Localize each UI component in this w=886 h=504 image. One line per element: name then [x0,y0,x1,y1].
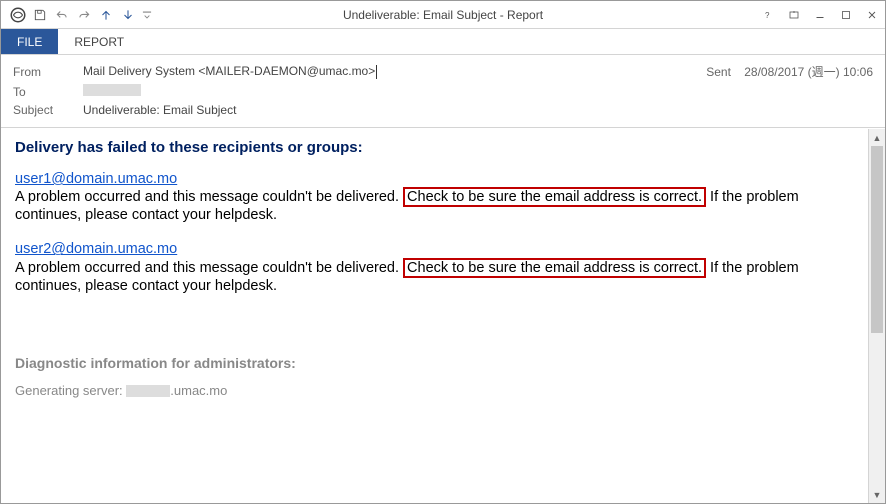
vertical-scrollbar[interactable]: ▲ ▼ [868,129,885,503]
scroll-down-icon[interactable]: ▼ [869,486,885,503]
save-icon[interactable] [29,4,51,26]
diagnostic-server-line: Generating server: .umac.mo [15,383,854,398]
help-icon[interactable]: ? [755,3,781,27]
ribbon-display-icon[interactable] [781,3,807,27]
from-label: From [13,65,83,79]
undo-icon[interactable] [51,4,73,26]
recipient-block: user2@domain.umac.mo A problem occurred … [15,240,854,294]
recipient-email[interactable]: user1@domain.umac.mo [15,171,177,187]
recipient-block: user1@domain.umac.mo A problem occurred … [15,170,854,224]
message-body-wrap: Delivery has failed to these recipients … [1,128,885,503]
from-value: Mail Delivery System <MAILER-DAEMON@umac… [83,64,696,79]
recipient-email[interactable]: user2@domain.umac.mo [15,241,177,257]
titlebar: Undeliverable: Email Subject - Report ? [1,1,885,29]
maximize-icon[interactable] [833,3,859,27]
diagnostic-heading: Diagnostic information for administrator… [15,355,854,371]
scroll-track[interactable] [869,146,885,486]
minimize-icon[interactable] [807,3,833,27]
message-body: Delivery has failed to these recipients … [1,129,868,503]
to-redacted [83,84,141,96]
sent-label: Sent [706,65,731,79]
scroll-up-icon[interactable]: ▲ [869,129,885,146]
window-title: Undeliverable: Email Subject - Report [343,8,543,22]
message-header: From Mail Delivery System <MAILER-DAEMON… [1,55,885,128]
subject-value: Undeliverable: Email Subject [83,103,873,117]
redo-icon[interactable] [73,4,95,26]
text-cursor [376,65,377,79]
tab-file[interactable]: FILE [1,29,58,54]
to-value [83,84,873,99]
prev-up-icon[interactable] [95,4,117,26]
highlight-check-address: Check to be sure the email address is co… [403,258,706,278]
close-icon[interactable] [859,3,885,27]
svg-text:?: ? [765,11,770,20]
next-down-icon[interactable] [117,4,139,26]
subject-label: Subject [13,103,83,117]
tab-report[interactable]: REPORT [58,29,140,54]
highlight-check-address: Check to be sure the email address is co… [403,187,706,207]
qat-customize-icon[interactable] [139,4,155,26]
sent-value: 28/08/2017 (週一) 10:06 [744,65,873,79]
app-icon [7,4,29,26]
sent-block: Sent 28/08/2017 (週一) 10:06 [696,63,873,80]
window-controls: ? [755,1,885,29]
scroll-thumb[interactable] [871,146,883,333]
failure-heading: Delivery has failed to these recipients … [15,139,854,156]
diag-server-redacted [126,385,170,397]
recipient-msg-pre: A problem occurred and this message coul… [15,260,403,276]
diag-server-post: .umac.mo [170,383,227,398]
from-text: Mail Delivery System <MAILER-DAEMON@umac… [83,64,375,78]
diag-server-pre: Generating server: [15,383,126,398]
ribbon-tabs: FILE REPORT [1,29,885,55]
quick-access-toolbar [1,4,155,26]
to-label: To [13,85,83,99]
recipient-msg-pre: A problem occurred and this message coul… [15,189,403,205]
